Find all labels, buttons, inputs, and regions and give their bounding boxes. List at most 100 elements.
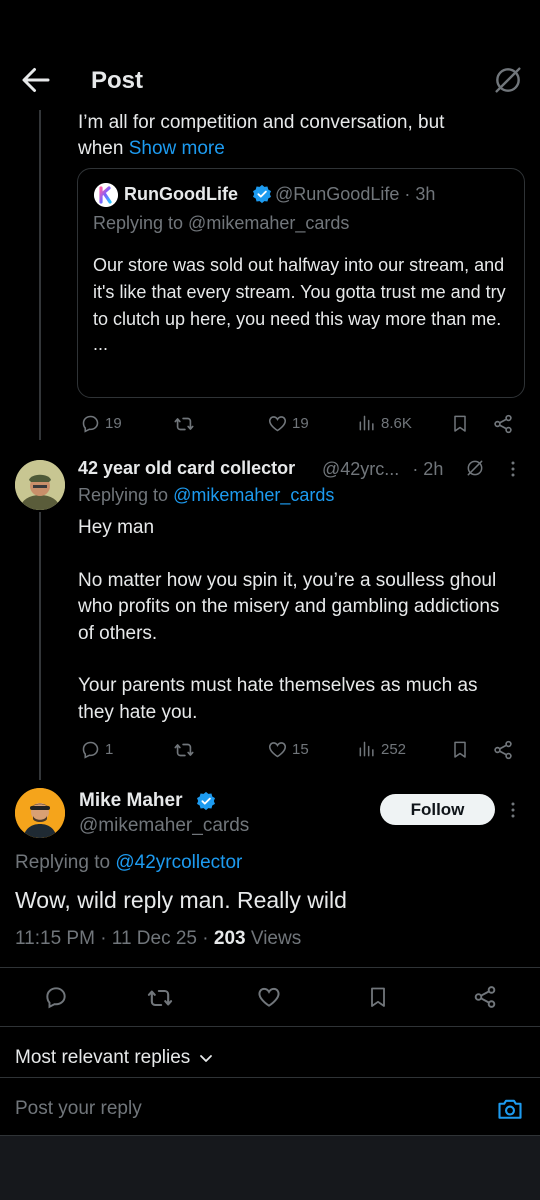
collector-replying-to: Replying to @mikemaher_cards [78,485,334,506]
quote-ellipsis: ... [93,334,109,354]
post-text: I’m all for competition and conversation… [78,112,445,133]
camera-icon[interactable] [496,1096,524,1122]
collector-handle-text: @42yrc... [322,459,400,479]
heart-icon [268,416,287,432]
post-text-cont: when Show more [78,135,225,162]
collector-name[interactable]: 42 year old card collector [78,458,295,479]
reply-count: 1 [105,741,114,758]
analytics-icon [359,741,374,757]
verified-badge-icon [196,791,216,811]
follow-button[interactable]: Follow [380,794,495,825]
main-replying-to: Replying to @42yrcollector [15,852,242,874]
collector-para-3: Your parents must hate themselves as muc… [78,675,478,723]
mike-maher-handle: @mikemaher_cards [79,815,250,836]
repost-button[interactable] [173,413,199,435]
bookmark-icon [371,987,385,1007]
replying-prefix: Replying to [78,485,169,505]
quote-name-text: RunGoodLife [124,184,238,204]
like-button[interactable] [256,984,282,1010]
runnergoodlife-avatar[interactable] [94,183,118,207]
replies-sort-dropdown[interactable]: Most relevant replies [15,1047,214,1069]
quote-time: · 3h [404,184,436,204]
replying-handle-link[interactable]: @42yrcollector [115,852,242,873]
repost-button[interactable] [146,984,174,1012]
views-button[interactable]: 8.6K [357,413,412,433]
bookmark-button[interactable] [450,413,470,434]
collector-avatar[interactable] [15,460,65,510]
reply-icon [46,987,66,1009]
quote-handle-text: @RunGoodLife [275,184,400,204]
bottom-nav-area [0,1136,540,1200]
share-button[interactable] [472,984,498,1010]
reply-icon [82,415,99,433]
back-button[interactable] [18,62,54,98]
reply-icon [82,741,99,759]
share-button[interactable] [492,413,514,435]
collector-body: Hey man No matter how you spin it, you’r… [78,515,518,726]
divider [0,967,540,968]
post-timestamp: 11:15 PM · 11 Dec 25 · [15,928,209,949]
view-count: 8.6K [381,414,412,432]
replying-prefix: Replying to [15,852,111,873]
views-button[interactable]: 252 [357,739,406,759]
collector-handle: @42yrc... · 2h [322,459,443,480]
bookmark-button[interactable] [366,984,390,1010]
collector-para-1: Hey man [78,517,155,538]
share-icon [474,986,496,1008]
quote-handle: @RunGoodLife · 3h [275,184,435,205]
heart-icon [268,742,287,758]
sort-label: Most relevant replies [15,1047,191,1068]
chevron-down-icon [200,1055,213,1062]
reply-button[interactable]: 19 [80,413,122,434]
quote-replying-to: Replying to @mikemaher_cards [93,213,350,233]
collector-time: · 2h [412,459,444,479]
repost-button[interactable] [173,739,199,761]
like-count: 19 [292,415,309,432]
repost-icon [147,989,173,1007]
repost-icon [174,417,194,431]
bookmark-icon [454,741,466,758]
repost-icon [174,743,194,757]
top-bar: Post [0,0,540,110]
page-title: Post [91,67,144,94]
reply-count: 19 [105,415,122,432]
heart-icon [258,987,280,1007]
grok-icon[interactable] [465,458,485,478]
share-icon [494,414,512,434]
replying-handle-link[interactable]: @mikemaher_cards [173,485,334,505]
thread-line [39,110,41,440]
view-count: 252 [381,740,407,758]
follow-label: Follow [410,799,465,819]
reply-input[interactable]: Post your reply [15,1098,142,1120]
reply-button[interactable] [43,984,69,1010]
thread-line [39,512,41,780]
more-options-icon[interactable] [503,459,523,479]
main-post-text: Wow, wild reply man. Really wild [15,887,347,913]
arrow-left-icon [22,68,50,92]
show-more-link[interactable]: Show more [129,138,225,159]
verified-badge-icon [252,184,272,204]
quote-body: Our store was sold out halfway into our … [93,252,513,355]
reply-button[interactable]: 1 [80,739,113,760]
quote-author-name[interactable]: RunGoodLife [124,184,238,205]
analytics-icon [359,415,374,431]
post-text-line: when [78,138,124,159]
mike-maher-name[interactable]: Mike Maher [79,790,182,812]
grok-icon[interactable] [492,64,524,96]
like-count: 15 [292,741,309,758]
reply-composer[interactable]: Post your reply [0,1078,540,1136]
mike-maher-avatar[interactable] [15,788,65,838]
collector-name-text: 42 year old card collector [78,458,296,478]
like-button[interactable]: 19 [267,413,309,434]
views-label: Views [250,928,302,949]
post-meta: 11:15 PM · 11 Dec 25 · 203 Views [15,928,301,950]
divider [0,1026,540,1027]
bookmark-button[interactable] [450,739,470,760]
like-button[interactable]: 15 [267,739,309,760]
quote-body-text: Our store was sold out halfway into our … [93,255,506,329]
views-count: 203 [213,928,246,949]
mike-name-text: Mike Maher [79,790,183,811]
more-options-icon[interactable] [503,800,523,820]
bookmark-icon [454,415,466,432]
share-button[interactable] [492,739,514,761]
